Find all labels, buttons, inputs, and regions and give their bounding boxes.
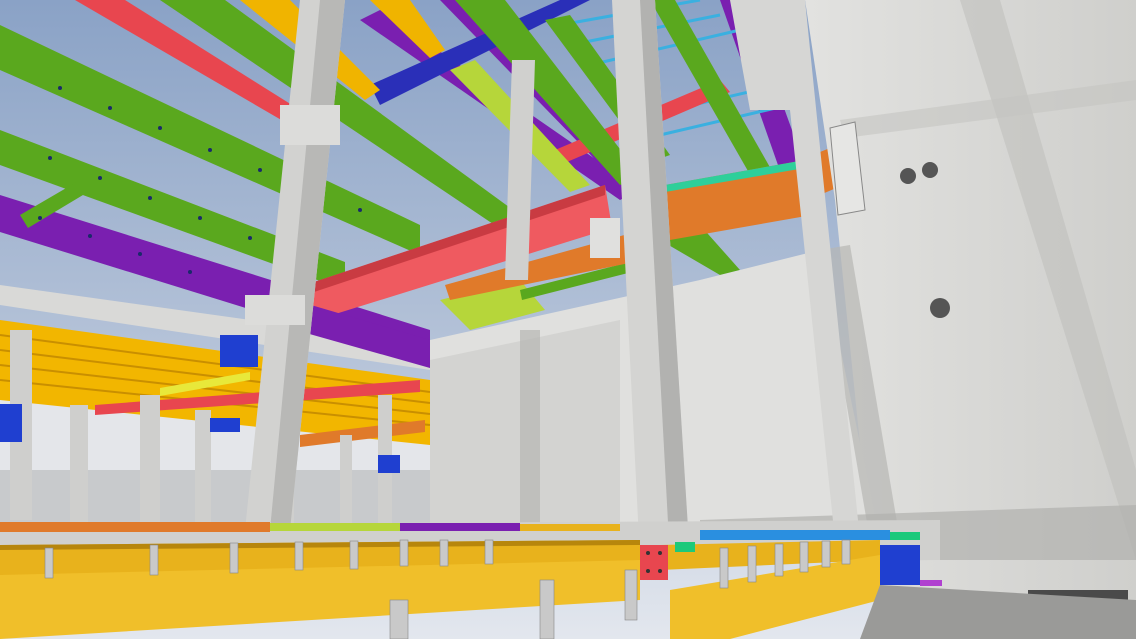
teal-connector [675,542,695,552]
column-main-corbel [590,218,620,258]
distant-ground [0,470,430,530]
blue-bracket-far [378,455,400,473]
column-left-corbel-low [245,295,305,325]
purple-tab [920,580,942,586]
blue-bracket-right [880,545,920,585]
wall-shadow-bar [520,330,540,540]
wall-hole-3 [930,298,950,318]
structure-scene [0,0,1136,639]
blue-bracket-small [210,418,240,432]
red-splice-plate [640,545,668,580]
wall-hole-2 [922,162,938,178]
wall-hole-1 [900,168,916,184]
blue-bracket-mid [220,335,258,367]
bim-structure-render [0,0,1136,639]
column-left-corbel [280,105,340,145]
blue-bracket-left [0,404,22,442]
